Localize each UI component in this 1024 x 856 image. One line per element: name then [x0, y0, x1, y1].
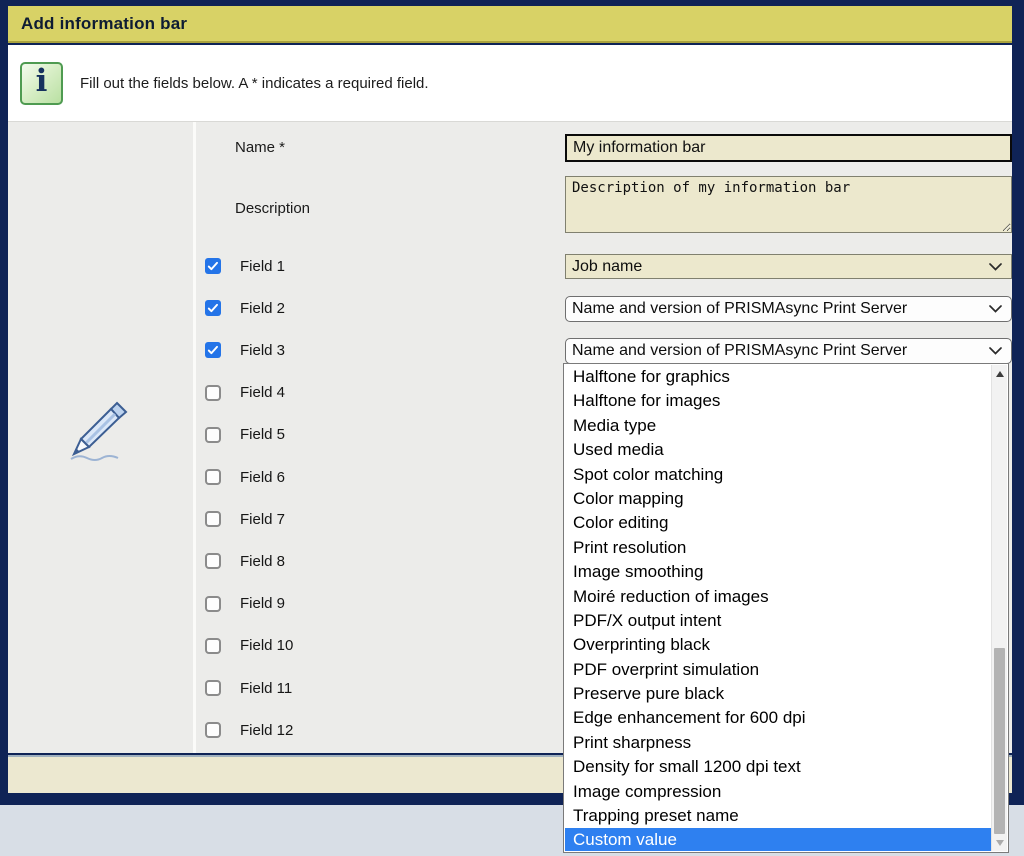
dropdown-option[interactable]: Preserve pure black	[565, 682, 991, 706]
chevron-down-icon	[989, 263, 1002, 271]
panel-divider	[193, 122, 196, 753]
field-label: Field 6	[240, 469, 285, 486]
dropdown-option[interactable]: Print resolution	[565, 536, 991, 560]
info-message: Fill out the fields below. A * indicates…	[80, 75, 429, 92]
field-label: Field 10	[240, 637, 293, 654]
dropdown-option[interactable]: Color mapping	[565, 487, 991, 511]
field-row: Field 3	[205, 341, 285, 359]
name-label: Name *	[235, 139, 285, 156]
field-select[interactable]: Name and version of PRISMAsync Print Ser…	[565, 338, 1012, 364]
field-row: Field 7	[205, 510, 285, 528]
field-label: Field 4	[240, 384, 285, 401]
field-checkbox[interactable]	[205, 680, 221, 696]
dropdown-scrollbar[interactable]	[991, 365, 1007, 851]
dropdown-option[interactable]: Custom value	[565, 828, 991, 851]
field-checkbox[interactable]	[205, 342, 221, 358]
field-row: Field 9	[205, 595, 285, 613]
field-label: Field 12	[240, 722, 293, 739]
dropdown-option[interactable]: Moiré reduction of images	[565, 585, 991, 609]
field-checkbox[interactable]	[205, 258, 221, 274]
dropdown-option[interactable]: Edge enhancement for 600 dpi	[565, 706, 991, 730]
dropdown-option[interactable]: Halftone for graphics	[565, 365, 991, 389]
chevron-down-icon	[989, 347, 1002, 355]
dropdown-option[interactable]: PDF/X output intent	[565, 609, 991, 633]
field-row: Field 6	[205, 468, 285, 486]
field-row: Field 5	[205, 426, 285, 444]
field-checkbox[interactable]	[205, 427, 221, 443]
dropdown-option[interactable]: Print sharpness	[565, 731, 991, 755]
field-checkbox[interactable]	[205, 300, 221, 316]
dropdown-option[interactable]: Halftone for images	[565, 389, 991, 413]
field-label: Field 9	[240, 595, 285, 612]
field-row: Field 12	[205, 721, 293, 739]
field-label: Field 3	[240, 342, 285, 359]
dropdown-option[interactable]: Used media	[565, 438, 991, 462]
dropdown-option[interactable]: Overprinting black	[565, 633, 991, 657]
chevron-down-icon	[989, 305, 1002, 313]
name-input[interactable]	[565, 134, 1012, 162]
field-row: Field 8	[205, 552, 285, 570]
scrollbar-up-arrow-icon[interactable]	[992, 366, 1007, 381]
info-banner: i Fill out the fields below. A * indicat…	[8, 45, 1012, 122]
field-select[interactable]: Name and version of PRISMAsync Print Ser…	[565, 296, 1012, 322]
field-checkbox[interactable]	[205, 638, 221, 654]
field-row: Field 2	[205, 299, 285, 317]
scrollbar-down-arrow-icon[interactable]	[992, 835, 1007, 850]
field-checkbox[interactable]	[205, 722, 221, 738]
field-row: Field 11	[205, 679, 292, 697]
field-label: Field 1	[240, 258, 285, 275]
field-label: Field 7	[240, 511, 285, 528]
dropdown-option[interactable]: Media type	[565, 414, 991, 438]
description-textarea[interactable]	[565, 176, 1012, 233]
dropdown-option[interactable]: Spot color matching	[565, 463, 991, 487]
dropdown-option[interactable]: PDF overprint simulation	[565, 658, 991, 682]
dialog-titlebar: Add information bar	[8, 6, 1012, 43]
dropdown-option[interactable]: Color editing	[565, 511, 991, 535]
pencil-icon	[66, 394, 140, 473]
field-label: Field 11	[240, 680, 292, 697]
field-select[interactable]: Job name	[565, 254, 1012, 279]
field3-dropdown-panel: Halftone for graphicsHalftone for images…	[563, 363, 1009, 853]
field-label: Field 5	[240, 426, 285, 443]
field-checkbox[interactable]	[205, 511, 221, 527]
field-checkbox[interactable]	[205, 596, 221, 612]
field-checkbox[interactable]	[205, 469, 221, 485]
dropdown-option[interactable]: Trapping preset name	[565, 804, 991, 828]
dropdown-option[interactable]: Density for small 1200 dpi text	[565, 755, 991, 779]
field-row: Field 4	[205, 384, 285, 402]
field-label: Field 8	[240, 553, 285, 570]
dialog-title: Add information bar	[21, 14, 187, 34]
info-icon: i	[20, 62, 63, 105]
description-label: Description	[235, 200, 310, 217]
scrollbar-thumb[interactable]	[994, 648, 1005, 834]
dropdown-option[interactable]: Image compression	[565, 780, 991, 804]
field-row: Field 10	[205, 637, 293, 655]
field-checkbox[interactable]	[205, 553, 221, 569]
field-row: Field 1	[205, 257, 285, 275]
field-checkbox[interactable]	[205, 385, 221, 401]
dropdown-list: Halftone for graphicsHalftone for images…	[565, 365, 991, 851]
dropdown-option[interactable]: Image smoothing	[565, 560, 991, 584]
field-label: Field 2	[240, 300, 285, 317]
